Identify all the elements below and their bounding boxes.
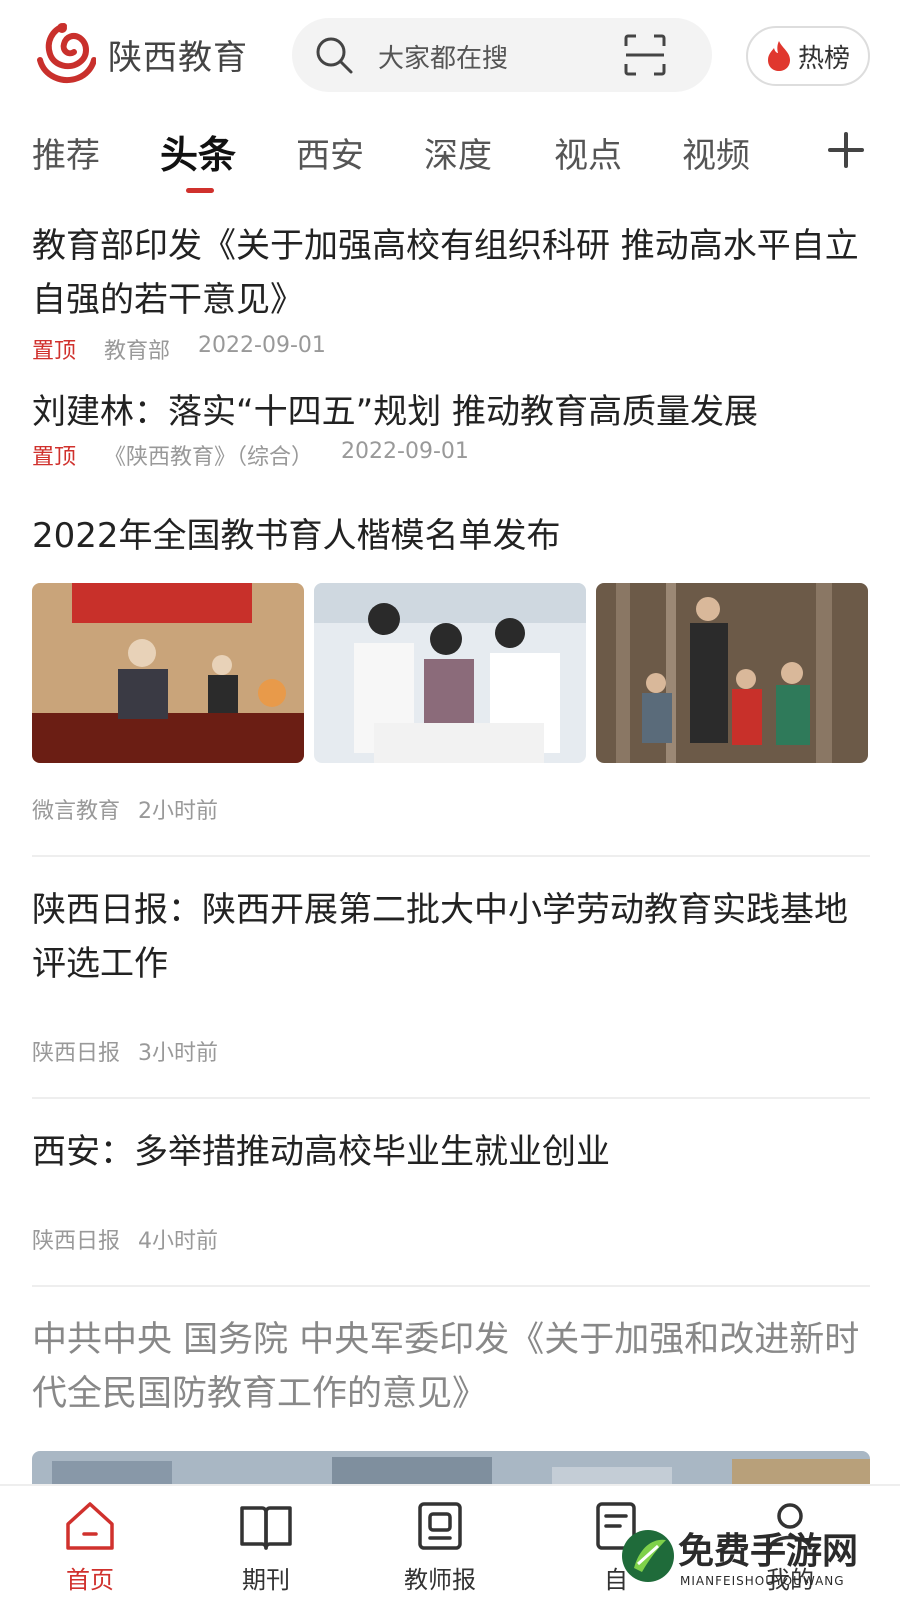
news-thumbnail <box>596 583 868 763</box>
tab-headlines[interactable]: 头条 <box>160 124 236 179</box>
nav-home[interactable]: 首页 <box>30 1498 150 1595</box>
news-time: 4小时前 <box>138 1229 219 1254</box>
news-item[interactable]: 2022年全国教书育人楷模名单发布 微言教育 2小时前 <box>32 509 870 825</box>
news-item[interactable]: 教育部印发《关于加强高校有组织科研 推动高水平自立自强的若干意见》 置顶 教育部… <box>32 205 870 365</box>
nav-journal[interactable]: 期刊 <box>206 1498 326 1595</box>
news-item[interactable]: 西安：多举措推动高校毕业生就业创业 陕西日报 4小时前 <box>32 1125 870 1255</box>
news-item[interactable]: 中共中央 国务院 中央军委印发《关于加强和改进新时代全民国防教育工作的意见》 <box>32 1313 870 1511</box>
watermark-badge-icon <box>622 1530 674 1582</box>
hot-list-button[interactable]: 热榜 <box>746 26 870 86</box>
news-title: 中共中央 国务院 中央军委印发《关于加强和改进新时代全民国防教育工作的意见》 <box>32 1320 860 1414</box>
news-time: 2022-09-01 <box>341 439 469 464</box>
active-tab-indicator <box>186 188 214 193</box>
tab-video[interactable]: 视频 <box>682 128 750 177</box>
news-title: 西安：多举措推动高校毕业生就业创业 <box>32 1132 610 1172</box>
news-source: 微言教育 <box>32 799 121 824</box>
news-time: 2022-09-01 <box>198 333 326 358</box>
site-watermark: 免费手游网 MIANFEISHOUYOUWANG <box>620 1522 890 1596</box>
app-name: 陕西教育 <box>108 37 248 78</box>
divider <box>32 855 870 857</box>
news-meta: 置顶 《陕西教育》（综合） 2022-09-01 <box>32 439 870 471</box>
category-tabs: 推荐 头条 西安 深度 视点 视频 <box>0 118 900 202</box>
home-icon <box>66 1502 114 1550</box>
watermark-subtext: MIANFEISHOUYOUWANG <box>680 1574 845 1588</box>
news-item[interactable]: 刘建林：落实“十四五”规划 推动教育高质量发展 置顶 《陕西教育》（综合） 20… <box>32 385 870 471</box>
flame-icon <box>767 41 790 71</box>
logo-icon <box>37 23 96 83</box>
search-bar[interactable]: 大家都在搜 <box>292 18 712 92</box>
hot-label: 热榜 <box>797 43 850 74</box>
news-title: 陕西日报：陕西开展第二批大中小学劳动教育实践基地评选工作 <box>32 890 848 984</box>
news-time: 2小时前 <box>138 799 219 824</box>
news-title: 刘建林：落实“十四五”规划 推动教育高质量发展 <box>32 392 759 432</box>
pinned-badge: 置顶 <box>32 339 77 364</box>
news-meta: 微言教育 2小时前 <box>32 793 870 825</box>
newspaper-icon <box>418 1502 462 1550</box>
watermark-text: 免费手游网 <box>678 1530 859 1572</box>
news-title: 2022年全国教书育人楷模名单发布 <box>32 516 561 556</box>
scan-icon[interactable] <box>622 32 668 78</box>
nav-label: 期刊 <box>242 1566 290 1594</box>
news-meta: 陕西日报 4小时前 <box>32 1223 870 1255</box>
news-source: 《陕西教育》（综合） <box>104 445 314 470</box>
search-icon <box>316 37 353 74</box>
news-meta: 陕西日报 3小时前 <box>32 1035 870 1067</box>
tab-xian[interactable]: 西安 <box>296 128 364 177</box>
news-source: 陕西日报 <box>32 1229 121 1254</box>
nav-label: 首页 <box>66 1566 114 1594</box>
add-tab-icon[interactable] <box>826 130 866 170</box>
tab-viewpoint[interactable]: 视点 <box>554 128 622 177</box>
news-feed: 教育部印发《关于加强高校有组织科研 推动高水平自立自强的若干意见》 置顶 教育部… <box>32 205 870 1511</box>
pinned-badge: 置顶 <box>32 445 77 470</box>
news-item[interactable]: 陕西日报：陕西开展第二批大中小学劳动教育实践基地评选工作 陕西日报 3小时前 <box>32 883 870 1067</box>
nav-label: 教师报 <box>404 1566 476 1594</box>
news-source: 教育部 <box>104 339 171 364</box>
tab-recommend[interactable]: 推荐 <box>32 128 100 177</box>
book-icon <box>240 1506 292 1550</box>
app-header: 陕西教育 大家都在搜 热榜 <box>0 0 900 110</box>
divider <box>32 1285 870 1287</box>
tab-depth[interactable]: 深度 <box>424 128 492 177</box>
news-thumbnail <box>314 583 586 763</box>
app-logo[interactable]: 陕西教育 <box>32 20 248 88</box>
news-image-row <box>32 583 870 763</box>
news-time: 3小时前 <box>138 1041 219 1066</box>
divider <box>32 1097 870 1099</box>
news-thumbnail <box>32 583 304 763</box>
news-source: 陕西日报 <box>32 1041 121 1066</box>
search-placeholder: 大家都在搜 <box>378 44 509 74</box>
news-title: 教育部印发《关于加强高校有组织科研 推动高水平自立自强的若干意见》 <box>32 226 859 320</box>
nav-teacher-paper[interactable]: 教师报 <box>380 1498 500 1595</box>
news-meta: 置顶 教育部 2022-09-01 <box>32 333 870 365</box>
